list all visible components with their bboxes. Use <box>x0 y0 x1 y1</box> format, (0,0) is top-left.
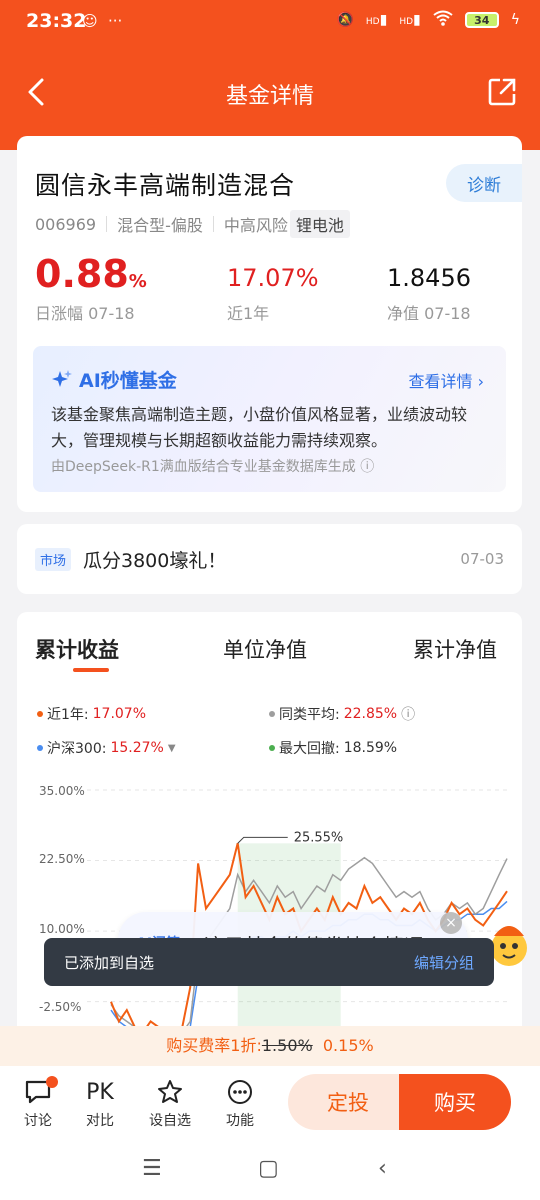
toast-added-to-watchlist: 已添加到自选 编辑分组 <box>44 938 494 986</box>
news-card[interactable]: 市场 瓜分3800壕礼！ 07-03 <box>17 524 522 594</box>
edit-group-link[interactable]: 编辑分组 <box>414 952 474 973</box>
page-title: 基金详情 <box>225 84 314 109</box>
dropdown-icon[interactable]: ▼ <box>168 743 176 754</box>
divider <box>212 216 214 232</box>
peak-annotation-line <box>237 836 288 844</box>
wifi-icon <box>433 10 453 30</box>
signal-icon-1: HD▮ <box>365 12 388 28</box>
news-title: 瓜分3800壕礼！ <box>83 550 227 572</box>
one-year-label: 近1年 <box>227 304 270 323</box>
more-notifications-icon: ··· <box>108 12 123 30</box>
fund-code: 006969 <box>35 214 97 234</box>
system-back-icon[interactable]: ‹ <box>378 1156 387 1181</box>
fund-name: 圆信永丰高端制造混合 <box>35 171 296 200</box>
share-icon[interactable] <box>486 76 518 108</box>
one-year-stat: 17.07% 近1年 <box>227 264 319 324</box>
legend-dot <box>37 745 43 751</box>
divider <box>106 216 108 232</box>
legend-max-drawdown: 最大回撤: 18.59% <box>269 738 397 758</box>
buy-button[interactable]: 购买 <box>399 1074 511 1130</box>
legend-dot <box>269 711 275 717</box>
legend-dot <box>269 745 275 751</box>
ai-summary-section: AI秒懂基金 查看详情 › 该基金聚焦高端制造主题，小盘价值风格显著，业绩波动较… <box>17 336 522 512</box>
header-bar: 23:32 ☺ ··· 🔕 HD▮ HD▮ 34 ϟ 基金详情 <box>0 0 540 150</box>
fund-meta: 006969 混合型-偏股 中高风险 锂电池 <box>35 210 350 238</box>
status-icons: 🔕 HD▮ HD▮ 34 ϟ <box>336 10 520 30</box>
legend-one-year: 近1年: 17.07% <box>37 704 146 724</box>
y-tick-label: 10.00% <box>39 922 85 936</box>
y-tick-label: 22.50% <box>39 852 85 866</box>
daily-change-value: 0.88% <box>35 252 147 296</box>
close-icon[interactable]: × <box>440 912 462 934</box>
charging-icon: ϟ <box>510 12 520 28</box>
sparkle-icon <box>52 369 72 387</box>
daily-change-label: 日涨幅 07-18 <box>35 304 135 323</box>
fund-info-card: 圆信永丰高端制造混合 诊断 006969 混合型-偏股 中高风险 锂电池 0.8… <box>17 136 522 346</box>
y-tick-label: 35.00% <box>39 784 85 798</box>
legend-peer-average: 同类平均: 22.85% ⓘ <box>269 704 415 724</box>
fund-risk: 中高风险 <box>223 216 288 235</box>
home-icon[interactable]: ▢ <box>258 1156 279 1181</box>
ai-summary-box[interactable]: AI秒懂基金 查看详情 › 该基金聚焦高端制造主题，小盘价值风格显著，业绩波动较… <box>33 346 506 492</box>
ai-source-note[interactable]: 由DeepSeek-R1满血版结合专业基金数据库生成 ⓘ <box>51 456 374 476</box>
mute-icon: 🔕 <box>336 12 354 28</box>
more-icon <box>228 1080 252 1104</box>
signal-icon-2: HD▮ <box>399 12 421 28</box>
nav-bar: 基金详情 <box>0 60 540 126</box>
fixed-investment-button[interactable]: 定投 <box>288 1074 408 1130</box>
tab-cumulative-return[interactable]: 累计收益 <box>35 634 119 664</box>
function-button[interactable]: 功能 <box>210 1074 270 1130</box>
status-time: 23:32 <box>26 10 87 32</box>
view-details-link[interactable]: 查看详情 › <box>409 368 485 392</box>
nav-stat: 1.8456 净值 07-18 <box>387 264 471 324</box>
status-bar: 23:32 ☺ ··· 🔕 HD▮ HD▮ 34 ϟ <box>0 0 540 46</box>
toast-message: 已添加到自选 <box>64 954 155 972</box>
purchase-fee-bar: 购买费率1折:1.50% 0.15% <box>0 1026 540 1066</box>
peak-annotation-label: 25.55% <box>294 830 344 845</box>
daily-change-stat: 0.88% 日涨幅 07-18 <box>35 252 147 324</box>
nav-value: 1.8456 <box>387 264 471 292</box>
ai-summary-text: 该基金聚焦高端制造主题，小盘价值风格显著，业绩波动较大，管理规模与长期超额收益能… <box>51 405 468 450</box>
system-nav-bar: ☰ ▢ ‹ <box>0 1142 540 1200</box>
tab-cumulative-nav[interactable]: 累计净值 <box>413 634 497 664</box>
fee-old: 1.50% <box>261 1036 313 1055</box>
ai-title: AI秒懂基金 <box>51 366 177 393</box>
bottom-action-bar: 讨论 PK 对比 设自选 功能 定投 购买 <box>0 1066 540 1142</box>
app-notification-icon: ☺ <box>82 12 98 30</box>
active-tab-indicator <box>73 668 109 672</box>
legend-dot <box>37 711 43 717</box>
add-watchlist-button[interactable]: 设自选 <box>140 1074 200 1130</box>
y-tick-label: -2.50% <box>39 1000 82 1014</box>
fee-prefix: 购买费率1折: <box>166 1036 262 1055</box>
diagnose-button[interactable]: 诊断 <box>446 164 522 202</box>
star-icon <box>158 1080 182 1103</box>
discuss-button[interactable]: 讨论 <box>8 1074 68 1130</box>
nav-label: 净值 07-18 <box>387 304 471 323</box>
tab-unit-nav[interactable]: 单位净值 <box>223 634 307 664</box>
news-tag: 市场 <box>35 548 72 571</box>
fee-new: 0.15% <box>322 1036 374 1055</box>
battery-icon: 34 <box>464 12 499 28</box>
notification-dot <box>46 1076 58 1088</box>
theme-tag[interactable]: 锂电池 <box>289 210 350 238</box>
pk-icon: PK <box>86 1079 114 1105</box>
legend-hs300[interactable]: 沪深300: 15.27% ▼ <box>37 738 176 758</box>
menu-icon[interactable]: ☰ <box>142 1156 162 1181</box>
fund-type: 混合型-偏股 <box>117 216 203 235</box>
compare-button[interactable]: PK 对比 <box>70 1074 130 1130</box>
news-date: 07-03 <box>460 550 504 568</box>
info-icon[interactable]: ⓘ <box>401 704 415 724</box>
one-year-value: 17.07% <box>227 264 319 292</box>
